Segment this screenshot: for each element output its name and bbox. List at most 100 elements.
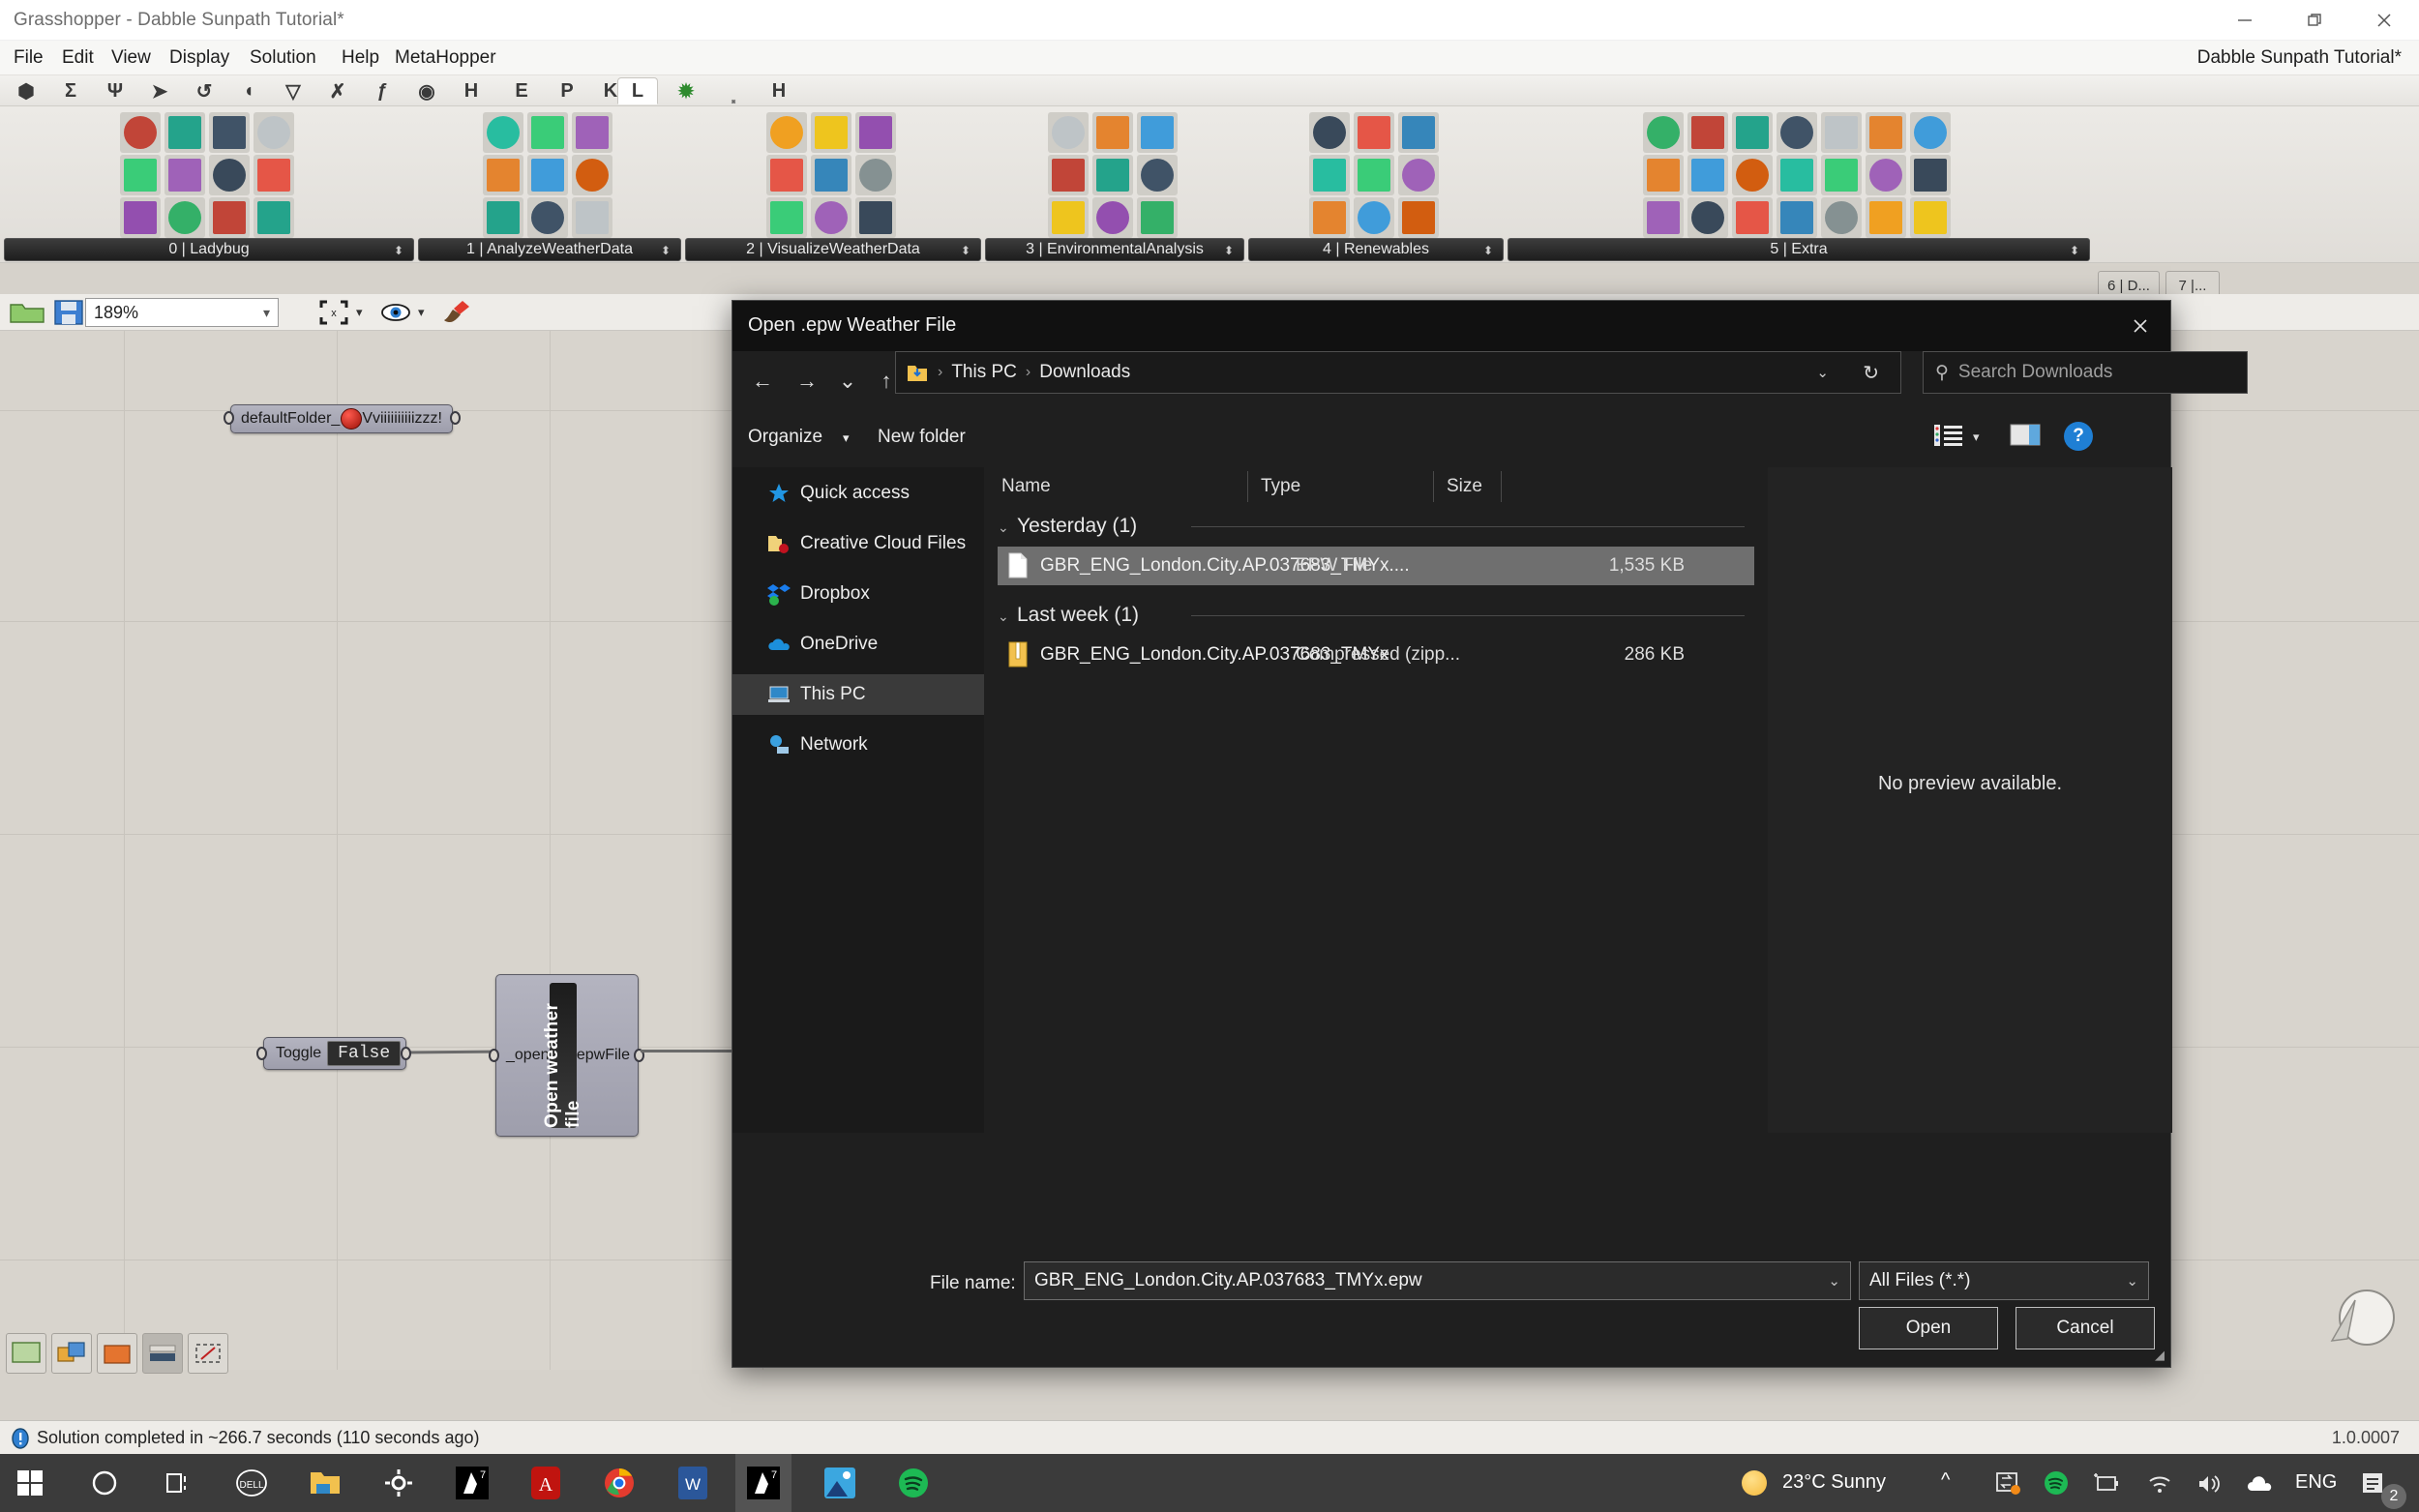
chevron-up-icon[interactable]: ^ (1941, 1469, 1950, 1492)
menu-view[interactable]: View (111, 47, 151, 69)
ribbon-component-icon[interactable] (1643, 197, 1684, 238)
ribbon-component-icon[interactable] (811, 197, 851, 238)
breadcrumb-this-pc[interactable]: This PC (951, 362, 1017, 383)
ribbon-component-icon[interactable] (572, 112, 612, 153)
ribbon-component-icon[interactable] (1309, 155, 1350, 195)
category-tab-maths[interactable]: Σ (52, 77, 89, 104)
ribbon-component-icon[interactable] (1048, 197, 1089, 238)
ribbon-component-icon[interactable] (254, 112, 294, 153)
menu-display[interactable]: Display (169, 47, 229, 69)
ribbon-component-icon[interactable] (209, 112, 250, 153)
chevron-down-icon[interactable]: ⬍ (1224, 244, 1234, 257)
start-button[interactable] (8, 1460, 54, 1506)
file-type-select[interactable]: All Files (*.*) ⌄ (1859, 1261, 2149, 1300)
address-history-chevron-down-icon[interactable]: ⌄ (1816, 364, 1829, 381)
ribbon-component-icon[interactable] (1643, 112, 1684, 153)
ribbon-component-icon[interactable] (1309, 197, 1350, 238)
category-tab-honeybee[interactable]: ⸼ (716, 77, 753, 104)
category-tab-intersect[interactable]: ✗ (319, 77, 356, 104)
ribbon-component-icon[interactable] (1687, 155, 1728, 195)
preview-caret-icon[interactable]: ▾ (418, 305, 425, 320)
open-file-dialog[interactable]: Open .epw Weather File ← → ⌄ ↑ › This PC… (732, 300, 2171, 1368)
rhino-taskbar-icon[interactable]: 7 (449, 1460, 495, 1506)
ribbon-component-icon[interactable] (120, 197, 161, 238)
menu-help[interactable]: Help (342, 47, 379, 69)
ribbon-component-icon[interactable] (483, 155, 523, 195)
ribbon-panel-label[interactable]: 2 | VisualizeWeatherData ⬍ (685, 238, 981, 261)
chevron-down-icon[interactable]: ⌄ (998, 608, 1009, 625)
ribbon-component-icon[interactable] (1821, 197, 1862, 238)
ribbon-component-icon[interactable] (164, 155, 205, 195)
column-header-size[interactable]: Size (1447, 476, 1482, 497)
ribbon-component-icon[interactable] (1398, 197, 1439, 238)
address-bar[interactable]: › This PC › Downloads ⌄ ↻ (895, 351, 1901, 394)
nav-item-network[interactable]: Network (732, 725, 984, 765)
ribbon-component-icon[interactable] (1354, 112, 1394, 153)
component-output-port[interactable] (450, 411, 461, 425)
preview-pane-icon[interactable] (2010, 423, 2043, 448)
chevron-down-icon[interactable]: ▾ (263, 305, 270, 321)
ribbon-component-icon[interactable] (766, 197, 807, 238)
ribbon-component-icon[interactable] (855, 197, 896, 238)
menu-edit[interactable]: Edit (62, 47, 94, 69)
ribbon-panel-label[interactable]: 3 | EnvironmentalAnalysis ⬍ (985, 238, 1244, 261)
nav-item-quick-access[interactable]: Quick access (732, 473, 984, 514)
file-list[interactable]: Name Type Size ⌄ Yesterday (1) (984, 467, 1768, 1133)
organize-button[interactable]: Organize (748, 427, 822, 448)
open-folder-icon[interactable] (8, 299, 48, 326)
ribbon-component-icon[interactable] (1137, 155, 1178, 195)
category-tab-ladybug-tools[interactable]: L (617, 77, 658, 104)
ribbon-component-icon[interactable] (1048, 155, 1089, 195)
ribbon-component-icon[interactable] (855, 112, 896, 153)
column-divider[interactable] (1501, 471, 1502, 502)
dock-widgets-icon[interactable] (142, 1333, 183, 1374)
menu-solution[interactable]: Solution (250, 47, 316, 69)
ribbon-component-icon[interactable] (1354, 197, 1394, 238)
ribbon-component-icon[interactable] (1866, 155, 1906, 195)
view-list-icon[interactable] (1934, 423, 1963, 448)
organize-caret-icon[interactable]: ▾ (843, 430, 850, 446)
acrobat-taskbar-icon[interactable]: A (523, 1460, 569, 1506)
wifi-icon[interactable] (2146, 1471, 2173, 1497)
ribbon-component-icon[interactable] (1821, 112, 1862, 153)
column-header-name[interactable]: Name (1001, 476, 1051, 497)
open-weather-input-port[interactable] (489, 1049, 499, 1062)
ribbon-component-icon[interactable] (164, 112, 205, 153)
ribbon-component-icon[interactable] (483, 112, 523, 153)
category-tab-curve[interactable]: ↺ (186, 77, 223, 104)
ribbon-component-icon[interactable] (1910, 197, 1951, 238)
speaker-icon[interactable] (2196, 1471, 2224, 1497)
ribbon-component-icon[interactable] (1732, 197, 1773, 238)
table-row[interactable]: GBR_ENG_London.City.AP.037683_TMYx.... E… (998, 547, 1754, 585)
chevron-down-icon[interactable]: ⌄ (1828, 1272, 1840, 1290)
chevron-down-icon[interactable]: ⬍ (394, 244, 403, 257)
menu-metahopper[interactable]: MetaHopper (395, 47, 496, 69)
task-view-button[interactable] (155, 1460, 201, 1506)
battery-charging-icon[interactable] (2092, 1471, 2119, 1497)
ribbon-component-icon[interactable] (254, 155, 294, 195)
breadcrumb-downloads[interactable]: Downloads (1039, 362, 1130, 383)
ribbon-component-icon[interactable] (527, 155, 568, 195)
category-tab-sets[interactable]: Ψ (97, 77, 134, 104)
ribbon-component-icon[interactable] (811, 155, 851, 195)
restore-button[interactable] (2280, 0, 2349, 41)
category-tab-h1[interactable]: H (453, 77, 490, 104)
boolean-toggle-component[interactable]: Toggle False (263, 1037, 406, 1070)
new-folder-button[interactable]: New folder (878, 427, 966, 448)
ribbon-component-icon[interactable] (254, 197, 294, 238)
nav-item-creative-cloud-files[interactable]: Creative Cloud Files (732, 523, 984, 564)
category-tab-surface[interactable]: ◖ (230, 77, 267, 104)
photos-taskbar-icon[interactable] (817, 1460, 863, 1506)
ribbon-component-icon[interactable] (1732, 155, 1773, 195)
cancel-button[interactable]: Cancel (2016, 1307, 2155, 1349)
category-tab-h2[interactable]: H (761, 77, 797, 104)
dialog-close-button[interactable] (2110, 301, 2170, 351)
ribbon-component-icon[interactable] (1092, 197, 1133, 238)
category-tab-mesh[interactable]: ▽ (275, 77, 312, 104)
ribbon-component-icon[interactable] (811, 112, 851, 153)
category-tab-display[interactable]: ◉ (408, 77, 445, 104)
zoom-extents-caret-icon[interactable]: ▾ (356, 305, 363, 320)
file-name-input[interactable]: GBR_ENG_London.City.AP.037683_TMYx.epw ⌄ (1024, 1261, 1851, 1300)
nav-item-dropbox[interactable]: Dropbox (732, 574, 984, 614)
ribbon-component-icon[interactable] (1398, 112, 1439, 153)
